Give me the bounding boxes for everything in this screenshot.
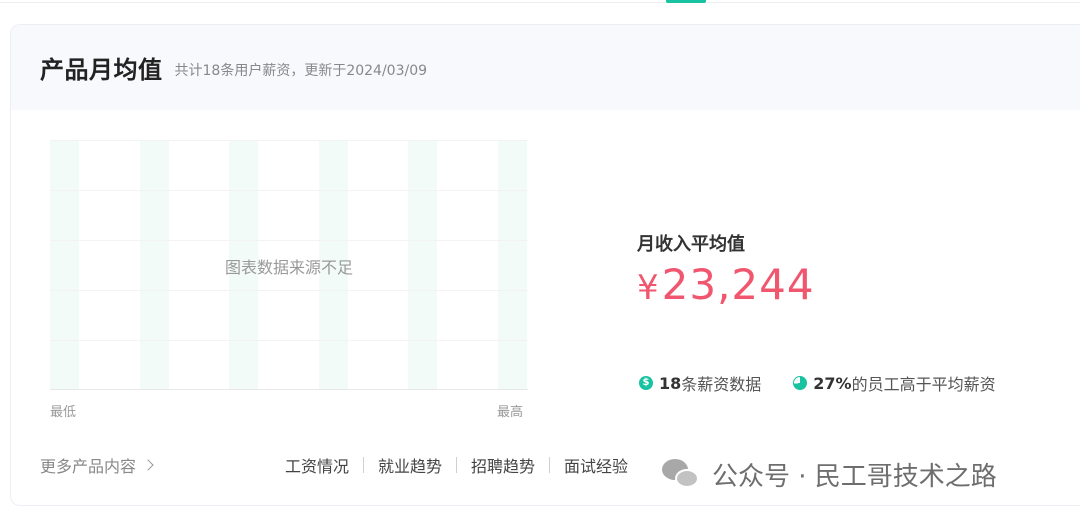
above-average-stat: 27% 的员工高于平均薪资	[793, 371, 996, 395]
grid-line	[50, 140, 528, 141]
average-salary-block: 月收入平均值 ¥23,244	[637, 230, 815, 309]
card-header: 产品月均值 共计18条用户薪资，更新于2024/03/09	[11, 25, 1080, 110]
salary-card: 产品月均值 共计18条用户薪资，更新于2024/03/09 图表数据来源不足 最…	[10, 24, 1080, 506]
above-average-text: 的员工高于平均薪资	[851, 375, 996, 394]
x-axis-line	[50, 389, 528, 390]
card-title: 产品月均值	[40, 56, 163, 84]
link-divider	[456, 457, 458, 473]
salary-chart: 图表数据来源不足	[50, 140, 528, 390]
more-product-content-link[interactable]: 更多产品内容	[40, 453, 154, 477]
link-divider	[549, 457, 551, 473]
average-salary-label: 月收入平均值	[637, 234, 745, 255]
chart-empty-message: 图表数据来源不足	[224, 258, 353, 277]
axis-high-label: 最高	[497, 405, 524, 420]
grid-line	[50, 240, 528, 241]
dollar-icon: $	[639, 376, 653, 390]
pie-chart-icon	[793, 376, 808, 390]
top-border-line	[0, 2, 1080, 3]
link-divider	[363, 457, 365, 473]
more-product-label: 更多产品内容	[40, 457, 137, 476]
grid-line	[50, 340, 528, 341]
link-employment-trend[interactable]: 就业趋势	[378, 453, 442, 477]
currency-symbol: ¥	[637, 268, 660, 308]
salary-amount: 23,244	[661, 260, 815, 309]
above-average-percent: 27%	[813, 373, 852, 393]
watermark: 公众号 · 民工哥技术之路	[662, 456, 997, 493]
watermark-text: 公众号 · 民工哥技术之路	[712, 462, 997, 492]
wechat-icon	[662, 458, 702, 491]
card-subtitle: 共计18条用户薪资，更新于2024/03/09	[174, 62, 428, 79]
grid-line	[50, 190, 528, 191]
axis-low-label: 最低	[50, 405, 77, 420]
link-interview-experience[interactable]: 面试经验	[564, 453, 628, 477]
grid-line	[50, 290, 528, 291]
footer-links: 工资情况 就业趋势 招聘趋势 面试经验	[285, 453, 628, 477]
chevron-right-icon	[142, 459, 154, 471]
records-stat: $ 18 条薪资数据	[639, 371, 761, 395]
link-hiring-trend[interactable]: 招聘趋势	[471, 453, 535, 477]
records-count: 18	[659, 373, 682, 393]
active-tab-indicator	[666, 0, 706, 3]
link-salary-info[interactable]: 工资情况	[285, 453, 349, 477]
salary-stats: $ 18 条薪资数据 27% 的员工高于平均薪资	[639, 371, 1028, 395]
average-salary-value: ¥23,244	[637, 260, 815, 309]
records-text: 条薪资数据	[681, 375, 762, 394]
